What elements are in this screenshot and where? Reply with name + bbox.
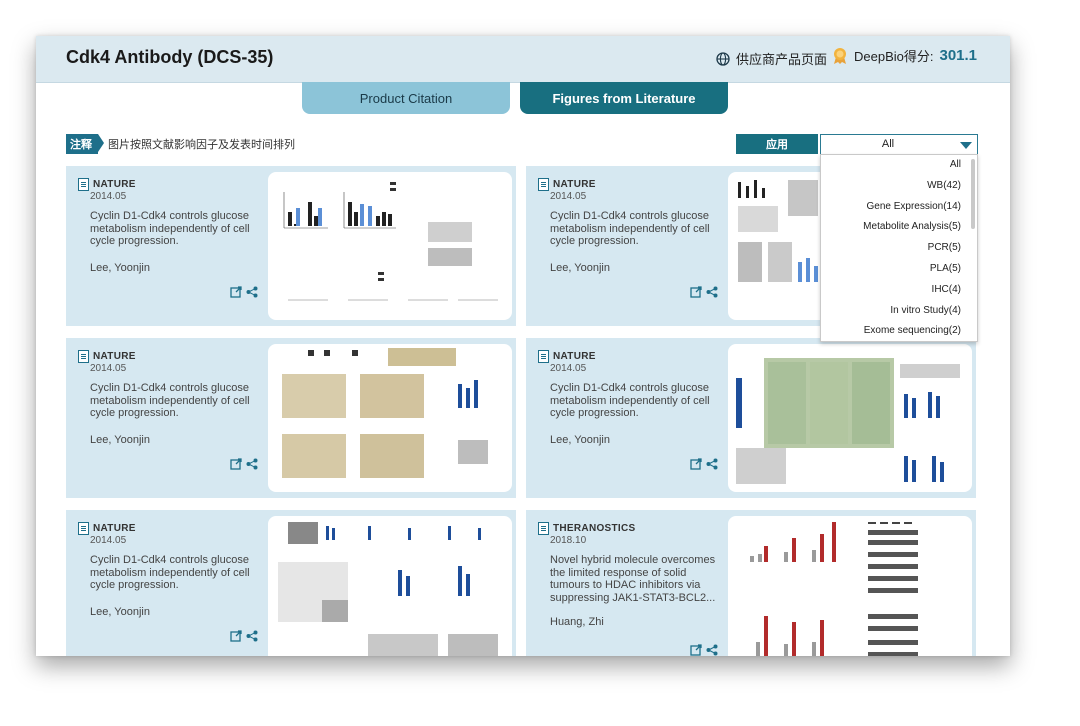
dropdown-option[interactable]: Exome sequencing(2) [821,321,977,342]
figure-card[interactable]: NATURE 2014.05 Cyclin D1-Cdk4 controls g… [66,338,516,498]
figure-thumbnail-image [736,358,960,484]
journal-label: NATURE [78,350,136,363]
article-author: Lee, Yoonjin [550,262,610,274]
document-icon [78,178,89,191]
external-link-icon[interactable] [230,286,242,298]
article-title[interactable]: Cyclin D1-Cdk4 controls glucose metaboli… [90,554,258,592]
publication-date: 2014.05 [550,363,587,374]
dropdown-option[interactable]: In vitro Study(4) [821,301,977,322]
application-select[interactable]: All [820,134,978,156]
dropdown-option[interactable]: Metabolite Analysis(5) [821,217,977,238]
application-filter-label[interactable]: 应用 [736,134,818,154]
note-tag: 注释 [66,134,104,154]
card-actions [690,458,718,470]
external-link-icon[interactable] [690,286,702,298]
share-icon[interactable] [706,286,718,298]
figure-card[interactable]: NATURE 2014.05 Cyclin D1-Cdk4 controls g… [66,510,516,656]
journal-label: NATURE [538,178,596,191]
score-label: DeepBio得分: [854,49,934,64]
page-header: Cdk4 Antibody (DCS-35) 供应商产品页面 DeepBio得分… [36,36,1010,83]
journal-name: NATURE [553,351,596,362]
publication-date: 2014.05 [90,535,127,546]
supplier-link-label: 供应商产品页面 [736,52,828,67]
supplier-page-link[interactable]: 供应商产品页面 [716,49,827,68]
journal-name: NATURE [93,351,136,362]
dropdown-option[interactable]: PCR(5) [821,238,977,259]
figure-thumbnail[interactable] [728,516,972,656]
document-icon [538,350,549,363]
dropdown-option[interactable]: PLA(5) [821,259,977,280]
external-link-icon[interactable] [230,458,242,470]
external-link-icon[interactable] [230,630,242,642]
page-title: Cdk4 Antibody (DCS-35) [66,47,274,67]
globe-icon [716,51,730,66]
journal-name: NATURE [93,523,136,534]
tab-product-citation[interactable]: Product Citation [302,82,510,114]
journal-label: NATURE [78,522,136,535]
select-value: All [881,138,895,150]
publication-date: 2014.05 [90,191,127,202]
dropdown-option[interactable]: Gene Expression(14) [821,197,977,218]
figure-thumbnail[interactable] [268,516,512,656]
card-actions [230,458,258,470]
share-icon[interactable] [706,644,718,656]
article-author: Lee, Yoonjin [90,434,150,446]
figure-thumbnail[interactable] [268,172,512,320]
figure-thumbnail-image [282,348,488,478]
journal-name: THERANOSTICS [553,523,636,534]
deepbio-score: DeepBio得分: 301.1 [832,46,977,65]
figure-thumbnail-image [750,522,918,656]
note-text: 图片按照文献影响因子及发表时间排列 [108,139,295,151]
share-icon[interactable] [246,458,258,470]
card-actions [230,630,258,642]
browser-frame: Cdk4 Antibody (DCS-35) 供应商产品页面 DeepBio得分… [36,36,1010,656]
dropdown-option[interactable]: IHC(4) [821,280,977,301]
article-author: Lee, Yoonjin [90,606,150,618]
share-icon[interactable] [246,286,258,298]
external-link-icon[interactable] [690,644,702,656]
publication-date: 2018.10 [550,535,587,546]
publication-date: 2014.05 [90,363,127,374]
document-icon [78,350,89,363]
figure-card[interactable]: NATURE 2014.05 Cyclin D1-Cdk4 controls g… [66,166,516,326]
article-title[interactable]: Cyclin D1-Cdk4 controls glucose metaboli… [90,382,258,420]
document-icon [538,522,549,535]
share-icon[interactable] [706,458,718,470]
medal-icon [834,47,846,64]
card-actions [690,286,718,298]
dropdown-scrollbar[interactable] [971,159,975,229]
article-author: Lee, Yoonjin [550,434,610,446]
article-author: Huang, Zhi [550,616,604,628]
journal-name: NATURE [93,179,136,190]
external-link-icon[interactable] [690,458,702,470]
figure-thumbnail-image [283,182,498,301]
journal-label: NATURE [538,350,596,363]
article-title[interactable]: Cyclin D1-Cdk4 controls glucose metaboli… [550,210,718,248]
figure-card[interactable]: THERANOSTICS 2018.10 Novel hybrid molecu… [526,510,976,656]
journal-label: NATURE [78,178,136,191]
article-title[interactable]: Cyclin D1-Cdk4 controls glucose metaboli… [550,382,718,420]
tab-figures-from-literature[interactable]: Figures from Literature [520,82,728,114]
dropdown-option[interactable]: WB(42) [821,176,977,197]
card-actions [230,286,258,298]
article-author: Lee, Yoonjin [90,262,150,274]
journal-name: NATURE [553,179,596,190]
journal-label: THERANOSTICS [538,522,636,535]
share-icon[interactable] [246,630,258,642]
application-dropdown: All WB(42) Gene Expression(14) Metabolit… [820,154,978,342]
card-actions [690,644,718,656]
figure-thumbnail-image [278,522,498,656]
article-title[interactable]: Cyclin D1-Cdk4 controls glucose metaboli… [90,210,258,248]
document-icon [78,522,89,535]
caret-down-icon [960,142,972,149]
publication-date: 2014.05 [550,191,587,202]
figure-thumbnail[interactable] [728,344,972,492]
figure-thumbnail[interactable] [268,344,512,492]
score-value: 301.1 [939,47,978,64]
document-icon [538,178,549,191]
dropdown-option[interactable]: All [821,155,977,176]
article-title[interactable]: Novel hybrid molecule overcomes the limi… [550,554,718,604]
figure-card[interactable]: NATURE 2014.05 Cyclin D1-Cdk4 controls g… [526,338,976,498]
sort-note: 注释 图片按照文献影响因子及发表时间排列 [66,134,295,154]
